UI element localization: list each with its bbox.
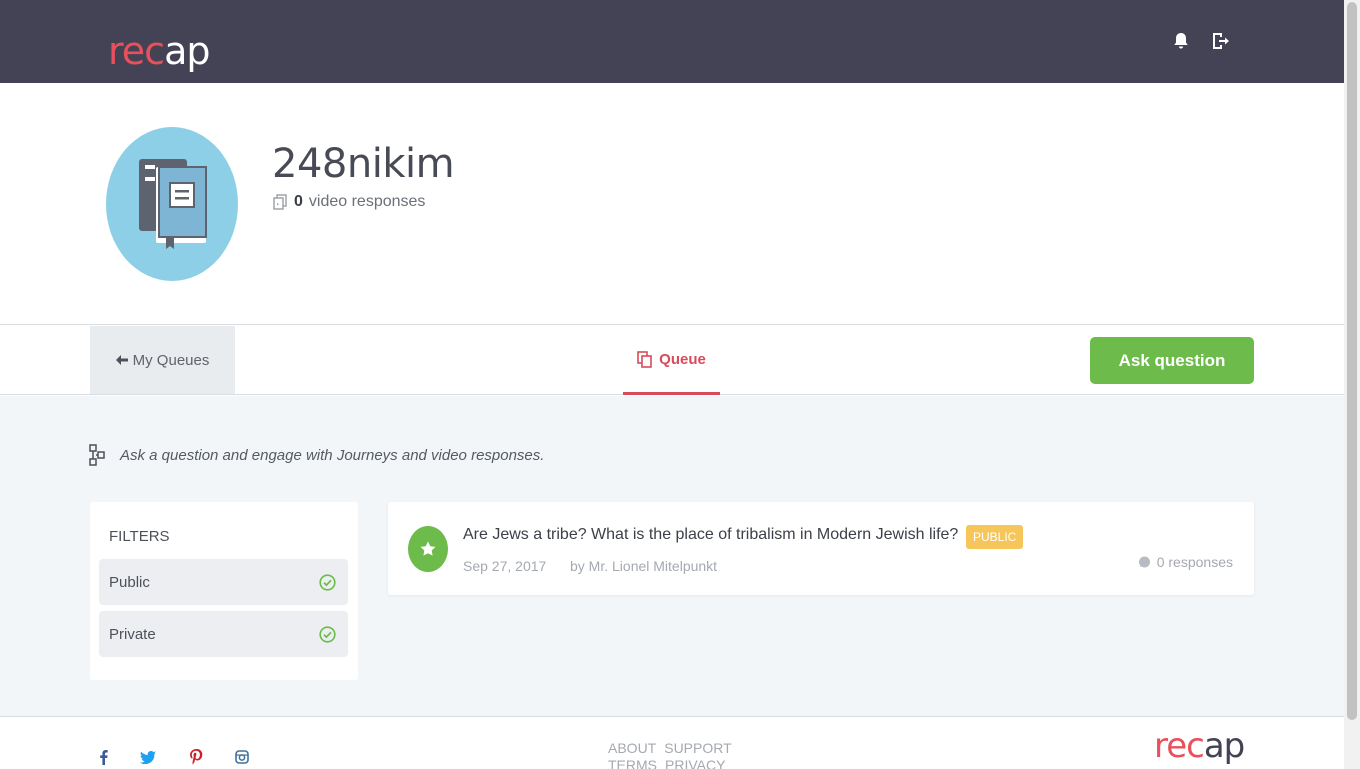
question-date: Sep 27, 2017 bbox=[463, 558, 547, 574]
hint-text: Ask a question and engage with Journeys … bbox=[120, 446, 545, 464]
ask-question-button[interactable]: Ask question bbox=[1090, 337, 1254, 384]
logo-text-main: rec bbox=[108, 29, 165, 73]
footer-link-about[interactable]: ABOUT bbox=[608, 740, 656, 756]
question-card[interactable]: Are Jews a tribe? What is the place of t… bbox=[388, 502, 1254, 595]
main-content: Ask a question and engage with Journeys … bbox=[0, 396, 1344, 716]
comment-icon bbox=[1138, 556, 1150, 567]
check-circle-icon bbox=[319, 625, 336, 643]
logo-text-accent: ap bbox=[164, 29, 210, 73]
profile-section: 248nikim 0 video responses bbox=[0, 83, 1344, 325]
my-queues-label: My Queues bbox=[132, 351, 210, 369]
filter-private-label: Private bbox=[109, 625, 156, 643]
flow-icon bbox=[89, 444, 105, 466]
filter-public[interactable]: Public bbox=[99, 559, 348, 605]
scrollbar[interactable] bbox=[1344, 0, 1360, 769]
page: recap 248nikim 0 video responses My Queu… bbox=[0, 0, 1344, 769]
footer-link-terms[interactable]: TERMS bbox=[608, 757, 657, 769]
copy-icon bbox=[637, 350, 652, 368]
responses-label: 0 responses bbox=[1156, 554, 1233, 570]
logout-icon[interactable] bbox=[1209, 30, 1231, 52]
star-badge-icon bbox=[408, 526, 448, 572]
recap-logo[interactable]: recap bbox=[108, 14, 210, 73]
footer-link-privacy[interactable]: PRIVACY bbox=[665, 757, 725, 769]
pinterest-icon[interactable] bbox=[188, 749, 204, 765]
question-author[interactable]: by Mr. Lionel Mitelpunkt bbox=[570, 558, 717, 574]
twitter-icon[interactable] bbox=[140, 749, 156, 765]
footer-logo-text-accent: ap bbox=[1203, 726, 1245, 766]
scrollbar-thumb[interactable] bbox=[1347, 2, 1357, 720]
footer: ABOUT SUPPORT TERMS PRIVACY recap bbox=[0, 716, 1344, 769]
copy-icon bbox=[273, 194, 287, 210]
tab-queue-label: Queue bbox=[659, 350, 706, 368]
video-responses-stat: 0 video responses bbox=[273, 193, 425, 211]
facebook-icon[interactable] bbox=[95, 749, 111, 765]
video-responses-count: 0 bbox=[294, 193, 303, 210]
footer-recap-logo[interactable]: recap bbox=[1154, 726, 1245, 769]
public-badge: PUBLIC bbox=[966, 525, 1024, 549]
responses-count: 0 responses bbox=[1138, 554, 1233, 570]
footer-logo-text-main: rec bbox=[1154, 726, 1205, 766]
book-icon bbox=[139, 159, 207, 249]
filter-private[interactable]: Private bbox=[99, 611, 348, 657]
question-title[interactable]: Are Jews a tribe? What is the place of t… bbox=[463, 526, 958, 544]
hint-row: Ask a question and engage with Journeys … bbox=[88, 444, 544, 466]
filter-public-label: Public bbox=[109, 573, 150, 591]
filters-panel: FILTERS Public Private bbox=[90, 502, 358, 680]
filters-title: FILTERS bbox=[109, 528, 170, 545]
instagram-icon[interactable] bbox=[234, 749, 250, 765]
footer-links: ABOUT SUPPORT TERMS PRIVACY bbox=[608, 740, 740, 769]
arrow-left-icon bbox=[115, 355, 128, 365]
footer-link-support[interactable]: SUPPORT bbox=[664, 740, 731, 756]
tab-queue[interactable]: Queue bbox=[623, 326, 720, 395]
bell-icon[interactable] bbox=[1170, 30, 1192, 52]
top-navbar: recap bbox=[0, 0, 1344, 83]
my-queues-back-button[interactable]: My Queues bbox=[90, 326, 235, 394]
avatar bbox=[106, 127, 238, 281]
tabs-bar: My Queues Queue Ask question bbox=[0, 326, 1344, 395]
username: 248nikim bbox=[272, 141, 455, 187]
video-responses-label: video responses bbox=[308, 193, 426, 210]
check-circle-icon bbox=[319, 573, 336, 591]
